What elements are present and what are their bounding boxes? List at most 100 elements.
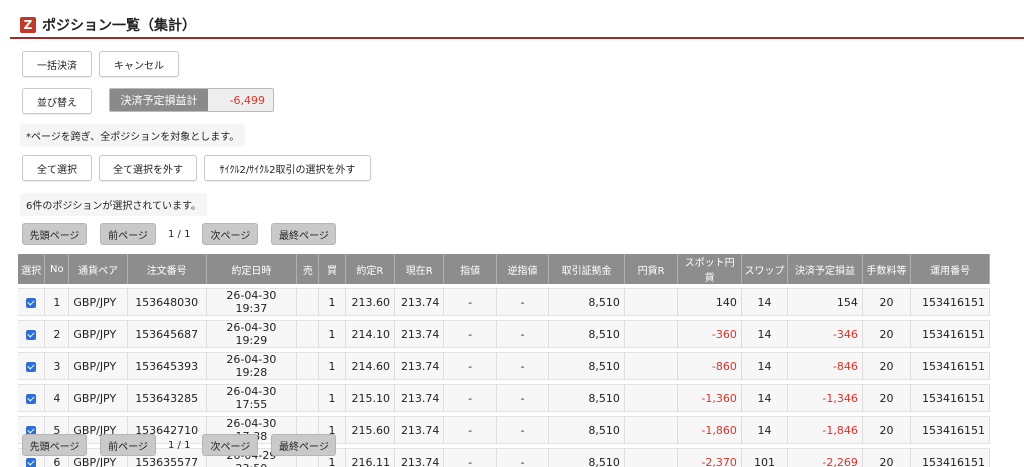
column-header: 指値 <box>444 254 497 284</box>
table-cell: 216.11 <box>345 448 396 467</box>
prev-page-button[interactable]: 前ページ <box>100 434 156 456</box>
pager-top: 先頭ページ 前ページ 1 / 1 次ページ 最終ページ <box>22 223 337 245</box>
table-cell: 8,510 <box>549 416 625 444</box>
column-header: 現在R <box>395 254 445 284</box>
table-cell: - <box>496 384 550 412</box>
column-header: スポット円貨 <box>678 254 742 284</box>
table-cell: - <box>444 448 497 467</box>
table-cell: - <box>444 288 497 316</box>
table-row[interactable]: 4 GBP/JPY 153643285 26-04-30 17:55 1 215.10 21… <box>18 384 990 412</box>
table-cell: - <box>496 288 550 316</box>
table-cell: 20 <box>862 448 912 467</box>
table-cell: 153645687 <box>127 320 207 348</box>
row-checkbox[interactable] <box>26 393 37 404</box>
table-cell: 153416151 <box>911 288 990 316</box>
table-row[interactable]: 1 GBP/JPY 153648030 26-04-30 19:37 1 213.60 21… <box>18 288 990 316</box>
page-header: Z ポジション一覧（集計） <box>20 15 196 35</box>
prev-page-button[interactable]: 前ページ <box>100 223 156 245</box>
column-header: 逆指値 <box>496 254 550 284</box>
table-cell: - <box>444 352 497 380</box>
row-select-cell[interactable] <box>18 320 46 348</box>
table-cell: 1 <box>319 320 346 348</box>
sort-button[interactable]: 並び替え <box>22 88 92 114</box>
header-divider <box>10 37 1024 39</box>
table-cell: 213.74 <box>395 384 445 412</box>
table-cell <box>624 352 679 380</box>
table-cell: 213.74 <box>395 352 445 380</box>
column-header: No <box>45 254 70 284</box>
table-cell: 20 <box>862 384 912 412</box>
bulk-settle-button[interactable]: 一括決済 <box>22 51 92 77</box>
row-checkbox[interactable] <box>26 329 37 340</box>
last-page-button[interactable]: 最終ページ <box>271 434 337 456</box>
column-header: 約定R <box>345 254 396 284</box>
table-cell: 153648030 <box>127 288 207 316</box>
table-cell: -1,846 <box>788 416 863 444</box>
table-cell: 213.74 <box>395 320 445 348</box>
next-page-button[interactable]: 次ページ <box>202 434 259 456</box>
table-cell: 153416151 <box>911 448 990 467</box>
page-info: 1 / 1 <box>168 439 191 451</box>
table-cell: 4 <box>45 384 70 412</box>
table-cell: 20 <box>862 416 912 444</box>
table-cell: GBP/JPY <box>69 384 128 412</box>
table-cell: - <box>496 416 550 444</box>
row-checkbox[interactable] <box>26 361 37 372</box>
column-header: 注文番号 <box>127 254 207 284</box>
row-checkbox[interactable] <box>26 297 37 308</box>
table-cell: 3 <box>45 352 70 380</box>
table-cell: 20 <box>862 320 912 348</box>
table-row[interactable]: 2 GBP/JPY 153645687 26-04-30 19:29 1 214.10 21… <box>18 320 990 348</box>
cancel-button[interactable]: キャンセル <box>99 51 179 77</box>
page-title: ポジション一覧（集計） <box>42 18 196 34</box>
table-cell: 1 <box>319 288 346 316</box>
table-cell: 1 <box>45 288 70 316</box>
table-cell <box>297 352 320 380</box>
row-select-cell[interactable] <box>18 384 46 412</box>
table-cell <box>297 288 320 316</box>
column-header: 取引証拠金 <box>549 254 625 284</box>
table-cell: 153643285 <box>127 384 207 412</box>
table-cell: -346 <box>788 320 863 348</box>
scope-note: *ページを跨ぎ、全ポジションを対象とします。 <box>20 124 246 147</box>
table-cell: 213.60 <box>345 288 396 316</box>
first-page-button[interactable]: 先頭ページ <box>22 434 87 456</box>
table-cell: 213.74 <box>395 288 445 316</box>
row-select-cell[interactable] <box>18 288 46 316</box>
column-header: 通貨ペア <box>69 254 128 284</box>
column-header: 決済予定損益 <box>788 254 863 284</box>
table-cell: -360 <box>678 320 742 348</box>
select-all-button[interactable]: 全て選択 <box>22 155 92 181</box>
table-cell: 14 <box>741 320 789 348</box>
table-cell: GBP/JPY <box>69 352 128 380</box>
table-cell: -1,860 <box>678 416 742 444</box>
table-cell: 26-04-30 19:28 <box>206 352 298 380</box>
table-cell: 8,510 <box>549 352 625 380</box>
table-cell <box>624 288 679 316</box>
column-header: 円貨R <box>624 254 679 284</box>
table-cell: 101 <box>741 448 789 467</box>
table-cell: 26-04-30 19:29 <box>206 320 298 348</box>
page-info: 1 / 1 <box>168 228 191 240</box>
first-page-button[interactable]: 先頭ページ <box>22 223 87 245</box>
row-checkbox[interactable] <box>26 457 37 467</box>
next-page-button[interactable]: 次ページ <box>202 223 259 245</box>
table-cell <box>624 384 679 412</box>
row-select-cell[interactable] <box>18 352 46 380</box>
last-page-button[interactable]: 最終ページ <box>271 223 337 245</box>
pl-summary: 決済予定損益計 -6,499 <box>109 88 274 112</box>
table-row[interactable]: 3 GBP/JPY 153645393 26-04-30 19:28 1 214.60 21… <box>18 352 990 380</box>
table-cell: 26-04-30 17:55 <box>206 384 298 412</box>
deselect-all-button[interactable]: 全て選択を外す <box>99 155 197 181</box>
table-cell: 214.60 <box>345 352 396 380</box>
column-header: 手数料等 <box>862 254 912 284</box>
table-header-row: 選択 No 通貨ペア 注文番号 約定日時売買約定R 現在R 指値 逆指値 取引証拠金 円貨R スポッ… <box>18 254 990 284</box>
selection-status: 6件のポジションが選択されています。 <box>20 193 208 216</box>
table-cell: -1,346 <box>788 384 863 412</box>
deselect-cycle-button[interactable]: ｻｲｸﾙ2/ｻｲｸﾙ2取引の選択を外す <box>204 155 371 181</box>
table-cell: 153416151 <box>911 320 990 348</box>
column-header: 選択 <box>18 254 46 284</box>
table-cell: GBP/JPY <box>69 288 128 316</box>
table-cell: -2,269 <box>788 448 863 467</box>
table-cell: 153416151 <box>911 416 990 444</box>
